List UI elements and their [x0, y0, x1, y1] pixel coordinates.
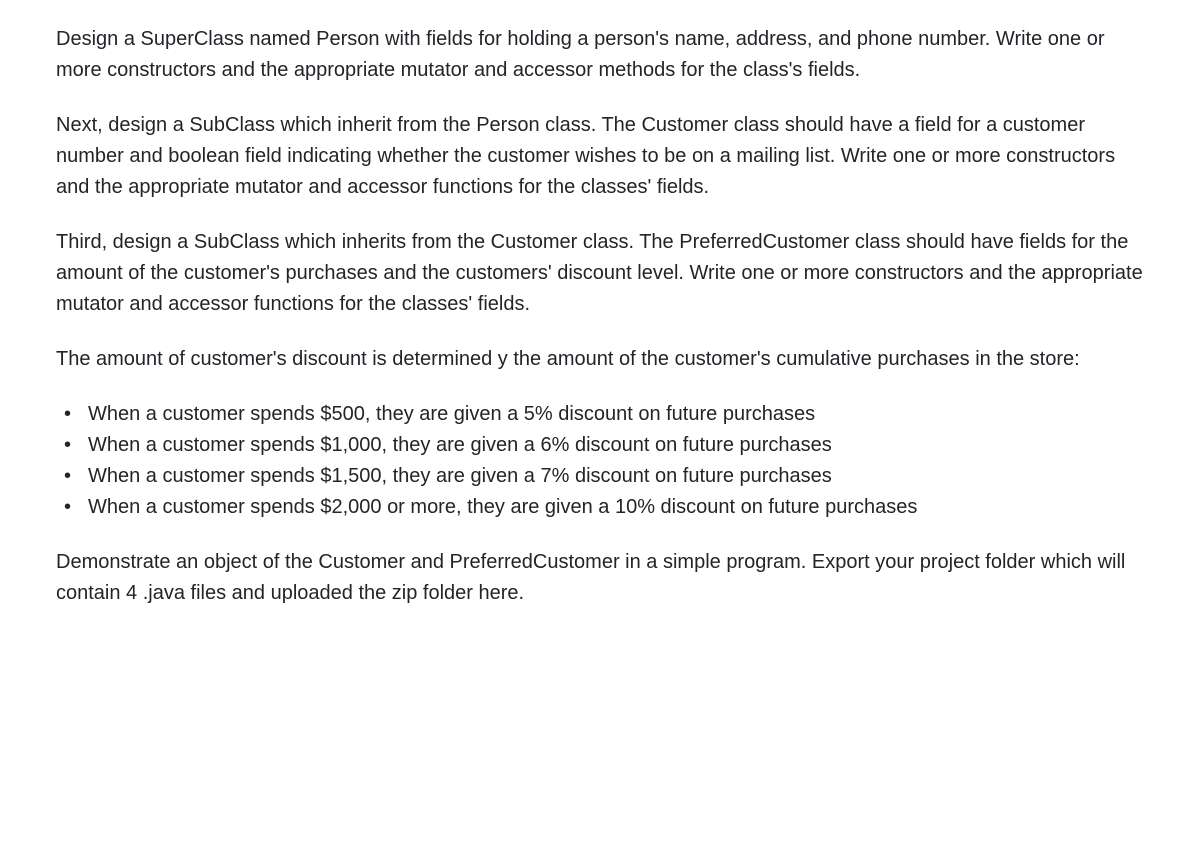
list-item: When a customer spends $500, they are gi… — [62, 399, 1144, 430]
paragraph-demonstrate: Demonstrate an object of the Customer an… — [56, 547, 1144, 609]
paragraph-customer-subclass: Next, design a SubClass which inherit fr… — [56, 110, 1144, 203]
paragraph-person-class: Design a SuperClass named Person with fi… — [56, 24, 1144, 86]
paragraph-discount-intro: The amount of customer's discount is det… — [56, 344, 1144, 375]
list-item: When a customer spends $1,500, they are … — [62, 461, 1144, 492]
list-item: When a customer spends $2,000 or more, t… — [62, 492, 1144, 523]
list-item: When a customer spends $1,000, they are … — [62, 430, 1144, 461]
discount-rules-list: When a customer spends $500, they are gi… — [56, 399, 1144, 523]
paragraph-preferredcustomer-subclass: Third, design a SubClass which inherits … — [56, 227, 1144, 320]
